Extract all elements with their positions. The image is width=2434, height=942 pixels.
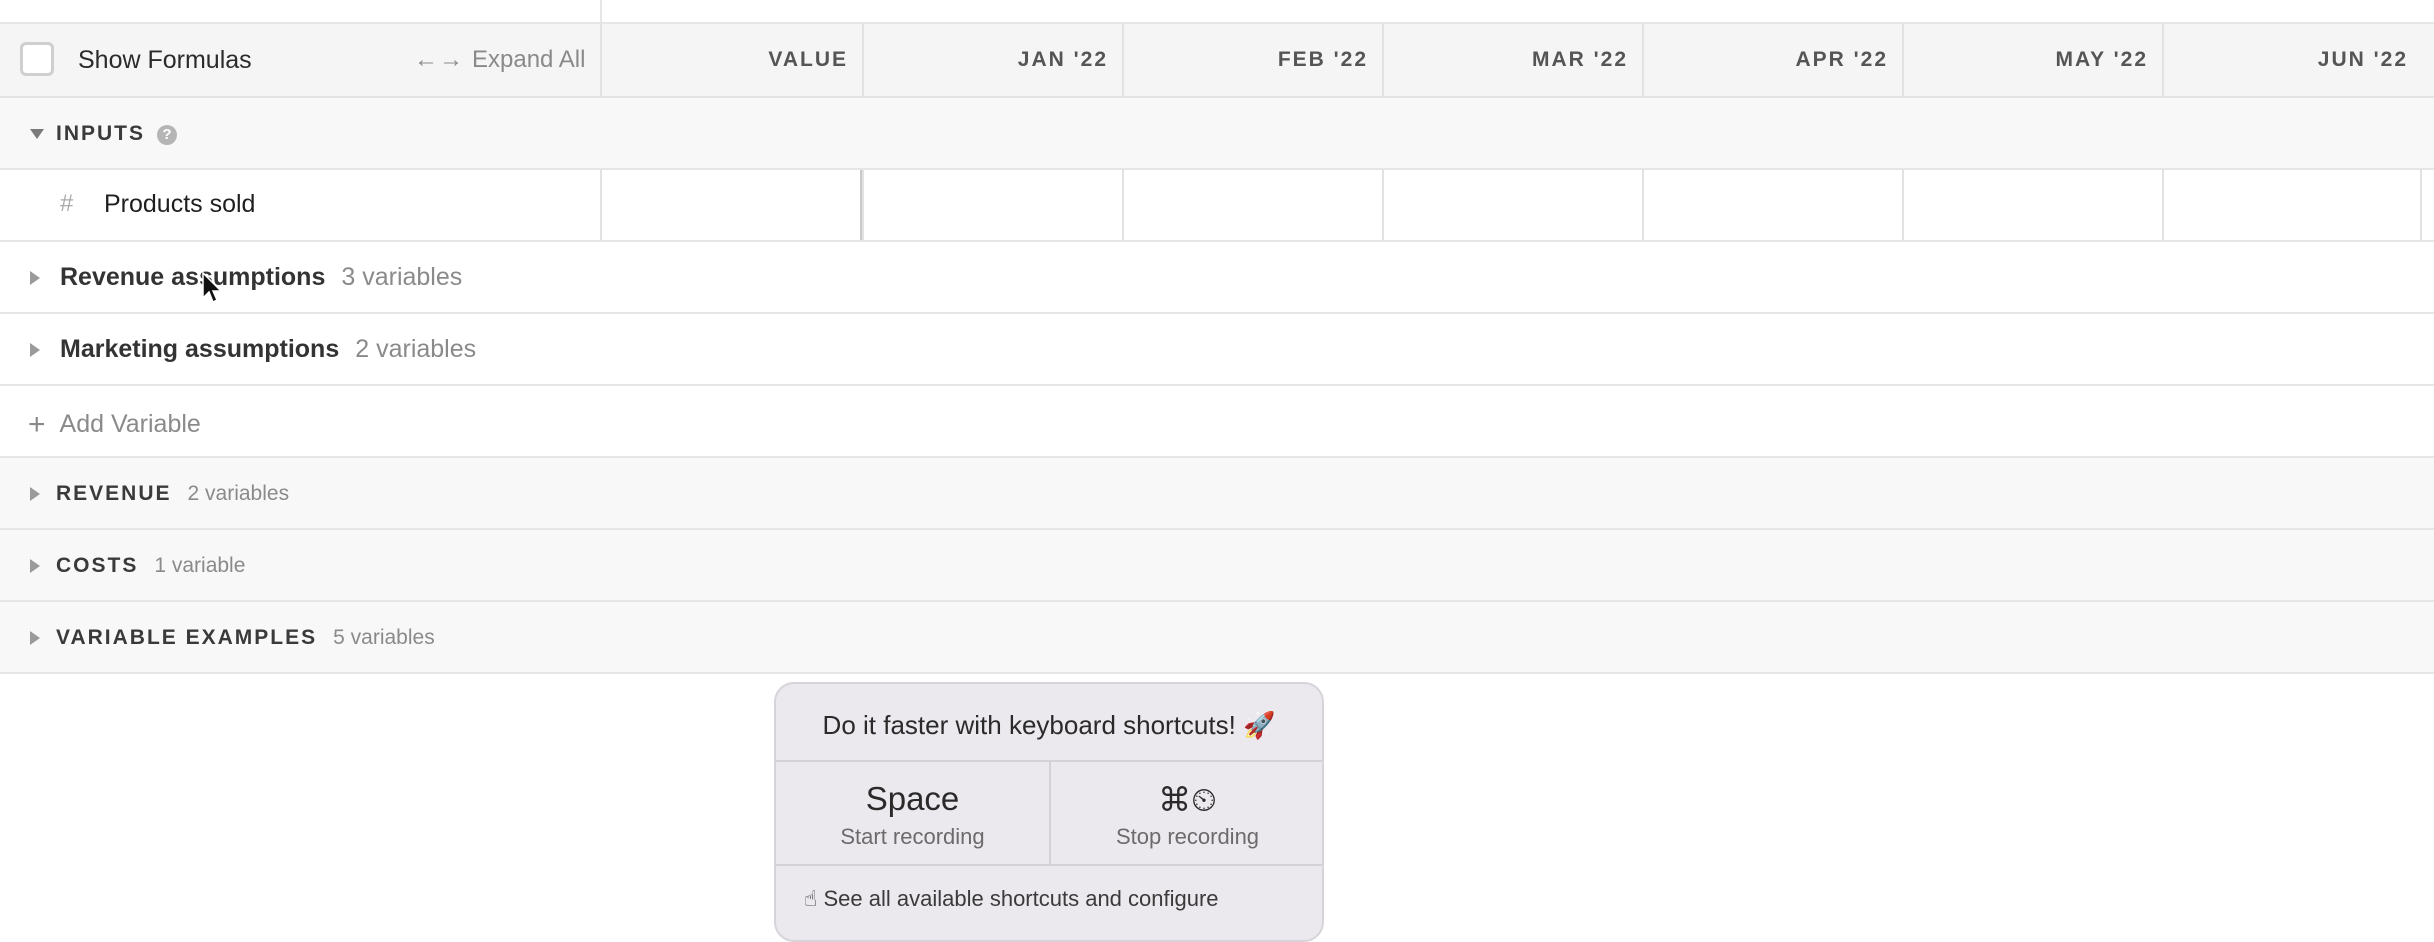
shortcut-description: Start recording bbox=[840, 824, 985, 849]
expand-triangle-icon[interactable] bbox=[30, 271, 40, 285]
expand-triangle-icon[interactable] bbox=[30, 343, 40, 357]
variable-name[interactable]: Products sold bbox=[104, 190, 255, 219]
help-icon[interactable]: ? bbox=[157, 125, 178, 145]
section-costs[interactable]: COSTS 1 variable bbox=[0, 530, 2434, 602]
column-header-label: MAR '22 bbox=[1531, 48, 1628, 71]
group-count: 2 variables bbox=[355, 335, 477, 363]
plus-icon: + bbox=[28, 408, 46, 441]
add-variable-label: Add Variable bbox=[59, 410, 201, 438]
section-label: INPUTS? bbox=[56, 122, 178, 146]
section-count: 5 variables bbox=[333, 626, 435, 649]
column-header-mar[interactable]: MAR '22 bbox=[1382, 24, 1642, 96]
variable-row-products-sold[interactable]: # Products sold bbox=[0, 170, 2434, 242]
top-strip bbox=[0, 0, 2434, 24]
group-count: 3 variables bbox=[341, 263, 463, 291]
mouse-cursor-icon bbox=[202, 272, 223, 304]
section-count: 1 variable bbox=[154, 554, 246, 577]
section-label: REVENUE 2 variables bbox=[56, 482, 290, 505]
column-header-label: MAY '22 bbox=[2055, 48, 2148, 71]
shortcut-description: Stop recording bbox=[1115, 824, 1260, 849]
shortcut-stop-recording[interactable]: ⌘⏲ Stop recording bbox=[1049, 762, 1322, 864]
group-label: Marketing assumptions 2 variables bbox=[60, 335, 477, 363]
column-header-apr[interactable]: APR '22 bbox=[1642, 24, 1902, 96]
column-header-label: JAN '22 bbox=[1017, 48, 1108, 71]
column-header-jun[interactable]: JUN '22 bbox=[2162, 24, 2422, 96]
keyboard-shortcuts-popup: Do it faster with keyboard shortcuts! 🚀 … bbox=[774, 682, 1324, 942]
see-all-shortcuts-link[interactable]: ☝ See all available shortcuts and config… bbox=[804, 886, 1219, 912]
number-type-icon: # bbox=[60, 190, 74, 217]
top-strip-divider bbox=[600, 0, 602, 22]
month-cell[interactable] bbox=[1382, 170, 1642, 240]
shortcut-key: ⌘⏲ bbox=[1158, 781, 1217, 818]
section-revenue[interactable]: REVENUE 2 variables bbox=[0, 458, 2434, 530]
column-header-label: VALUE bbox=[768, 48, 848, 71]
month-cell[interactable] bbox=[1902, 170, 2162, 240]
column-header-may[interactable]: MAY '22 bbox=[1902, 24, 2162, 96]
section-variable-examples[interactable]: VARIABLE EXAMPLES 5 variables bbox=[0, 602, 2434, 674]
column-header-jan[interactable]: JAN '22 bbox=[862, 24, 1122, 96]
section-label: VARIABLE EXAMPLES 5 variables bbox=[56, 626, 435, 649]
month-cell[interactable] bbox=[1642, 170, 1902, 240]
popup-title: Do it faster with keyboard shortcuts! 🚀 bbox=[822, 710, 1276, 740]
group-label: Revenue assumptions 3 variables bbox=[60, 263, 463, 291]
column-header-label: JUN '22 bbox=[2317, 48, 2408, 71]
section-count: 2 variables bbox=[187, 482, 290, 505]
expand-all-label: Expand All bbox=[472, 46, 586, 73]
column-header-label: FEB '22 bbox=[1277, 48, 1368, 71]
group-marketing-assumptions[interactable]: Marketing assumptions 2 variables bbox=[0, 314, 2434, 386]
section-label: COSTS 1 variable bbox=[56, 554, 246, 577]
popup-divider bbox=[776, 864, 1322, 866]
popup-shortcuts: Space Start recording ⌘⏲ Stop recording bbox=[776, 762, 1322, 864]
expand-triangle-icon[interactable] bbox=[30, 559, 40, 573]
group-revenue-assumptions[interactable]: Revenue assumptions 3 variables bbox=[0, 242, 2434, 314]
collapse-triangle-icon[interactable] bbox=[30, 129, 44, 139]
show-formulas-label[interactable]: Show Formulas bbox=[78, 46, 252, 75]
month-cell[interactable] bbox=[2162, 170, 2422, 240]
expand-all-button[interactable]: ←→ Expand All bbox=[414, 46, 585, 74]
column-header-label: APR '22 bbox=[1795, 48, 1888, 71]
expand-triangle-icon[interactable] bbox=[30, 631, 40, 645]
table-header: Show Formulas ←→ Expand All VALUE JAN '22… bbox=[0, 24, 2434, 98]
month-cell[interactable] bbox=[862, 170, 1122, 240]
shortcut-key: Space bbox=[865, 780, 960, 817]
column-header-value[interactable]: VALUE bbox=[600, 24, 862, 96]
expand-arrows-icon: ←→ bbox=[414, 46, 464, 73]
add-variable-row[interactable]: + Add Variable bbox=[0, 386, 2434, 458]
value-cell[interactable] bbox=[600, 170, 862, 240]
expand-triangle-icon[interactable] bbox=[30, 487, 40, 501]
section-inputs[interactable]: INPUTS? bbox=[0, 98, 2434, 170]
shortcut-start-recording[interactable]: Space Start recording bbox=[776, 762, 1049, 864]
add-variable-button[interactable]: + Add Variable bbox=[28, 408, 201, 442]
column-header-feb[interactable]: FEB '22 bbox=[1122, 24, 1382, 96]
month-cell[interactable] bbox=[1122, 170, 1382, 240]
show-formulas-checkbox[interactable] bbox=[20, 42, 54, 76]
